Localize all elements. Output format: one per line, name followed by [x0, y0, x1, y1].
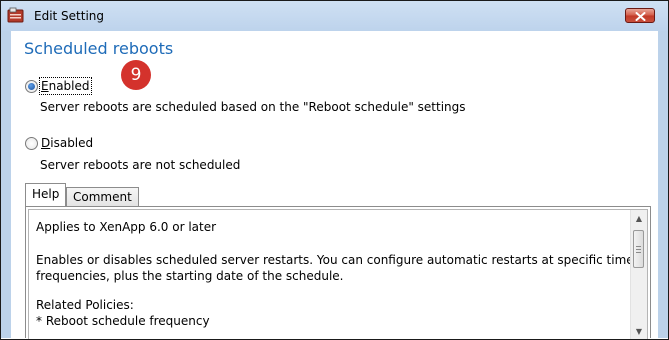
help-line-description-1: Enables or disables scheduled server res…: [36, 253, 648, 267]
scroll-up-arrow-icon[interactable]: ▲: [631, 210, 647, 226]
close-button[interactable]: [625, 8, 655, 23]
grip-line: [636, 252, 641, 253]
step-badge: 9: [121, 60, 151, 90]
grip-line: [636, 246, 641, 247]
enabled-description: Server reboots are scheduled based on th…: [40, 100, 466, 114]
help-text-area[interactable]: Applies to XenApp 6.0 or later Enables o…: [28, 209, 648, 339]
tab-comment[interactable]: Comment: [66, 187, 139, 207]
disabled-radio[interactable]: [25, 137, 38, 150]
help-line-applies: Applies to XenApp 6.0 or later: [36, 220, 217, 234]
disabled-label[interactable]: Disabled: [41, 136, 93, 150]
close-x-icon: [635, 6, 646, 25]
disabled-access-key: D: [41, 136, 51, 150]
help-panel: Applies to XenApp 6.0 or later Enables o…: [25, 206, 651, 339]
help-line-related-item: * Reboot schedule frequency: [36, 314, 210, 328]
grip-line: [636, 249, 641, 250]
tab-help[interactable]: Help: [25, 183, 67, 206]
window-border-right: [658, 31, 668, 338]
window-title: Edit Setting: [34, 9, 105, 23]
radio-selected-dot: [28, 83, 35, 90]
window-border-left: [1, 31, 11, 338]
setting-heading: Scheduled reboots: [24, 39, 174, 58]
title-bar[interactable]: Edit Setting: [1, 1, 668, 31]
help-scrollbar[interactable]: ▲ ▼: [630, 210, 647, 339]
enabled-radio[interactable]: [25, 80, 38, 93]
scroll-down-arrow-icon[interactable]: ▼: [631, 323, 647, 339]
enabled-label[interactable]: Enabled: [39, 77, 92, 95]
help-line-related-heading: Related Policies:: [36, 298, 134, 312]
disabled-description: Server reboots are not scheduled: [40, 158, 241, 172]
enabled-label-text: nabled: [48, 79, 90, 93]
help-line-description-2: frequencies, plus the starting date of t…: [36, 269, 344, 283]
dialog-content: Scheduled reboots 9 Enabled Server reboo…: [11, 31, 658, 339]
settings-app-icon: [7, 7, 24, 23]
scroll-thumb[interactable]: [633, 230, 644, 268]
enabled-access-key: E: [41, 79, 49, 93]
disabled-label-text: isabled: [50, 136, 94, 150]
